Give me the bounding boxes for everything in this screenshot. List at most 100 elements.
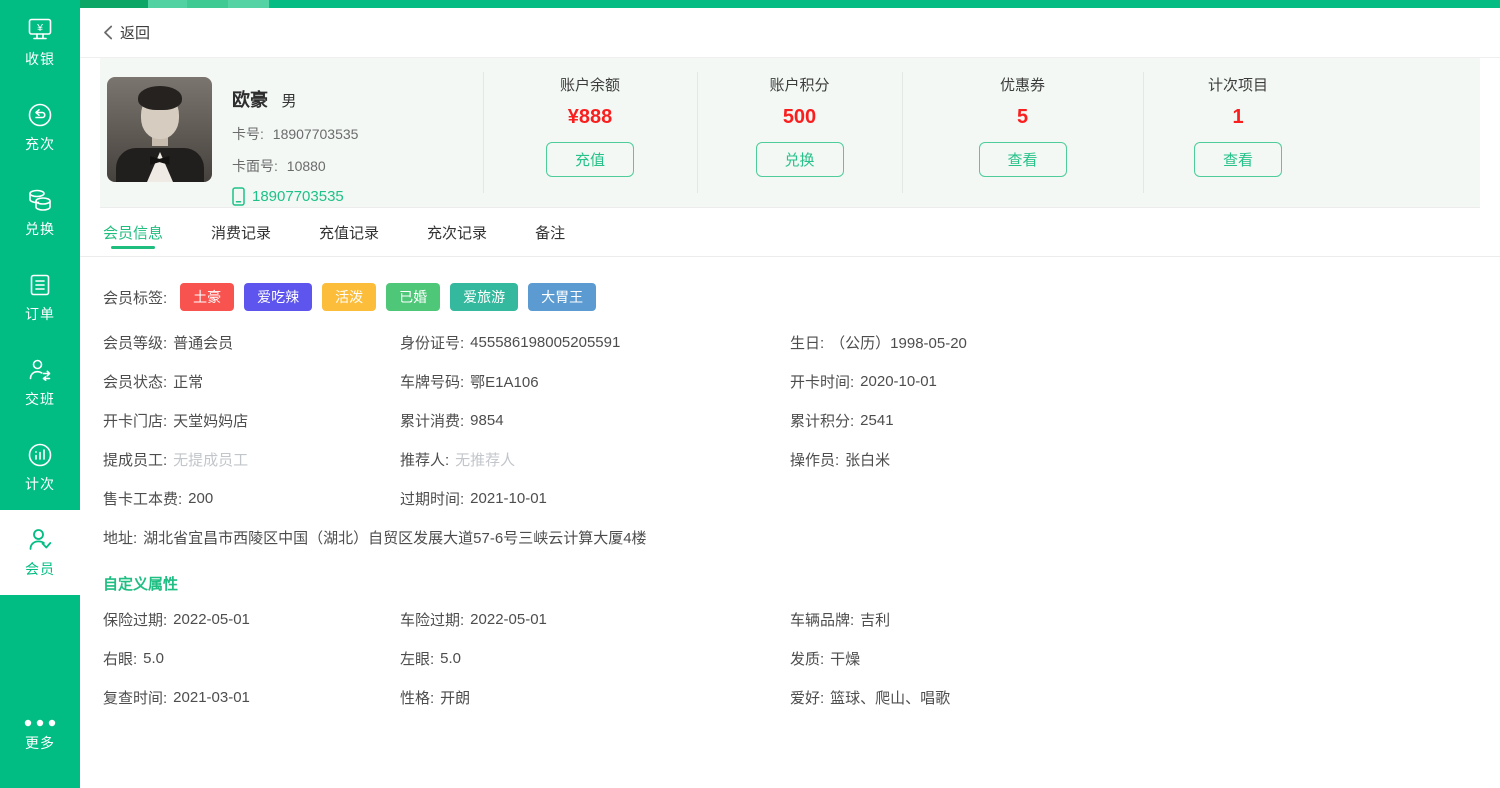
cash-register-icon: ¥ <box>26 16 54 44</box>
sidebar-item-label: 兑换 <box>25 219 55 239</box>
custom-fields-grid: 保险过期:2022-05-01 车险过期:2022-05-01 车辆品牌:吉利 … <box>103 600 1477 717</box>
stat-points: 账户积分 500 兑换 <box>697 58 902 207</box>
field-left-eye: 左眼:5.0 <box>400 639 790 678</box>
member-fields-grid: 会员等级:普通会员 身份证号:455586198005205591 生日:（公历… <box>103 323 1477 557</box>
sidebar-item-orders[interactable]: 订单 <box>0 255 80 340</box>
field-hair-quality: 发质:干燥 <box>790 639 1477 678</box>
card-number: 18907703535 <box>273 126 359 142</box>
field-card-fee: 售卡工本费:200 <box>103 479 400 518</box>
field-birthday: 生日:（公历）1998-05-20 <box>790 323 1477 362</box>
sidebar-item-exchange[interactable]: 兑换 <box>0 170 80 255</box>
field-total-consume: 累计消费:9854 <box>400 401 790 440</box>
top-tab-strip <box>80 0 1500 8</box>
strip-segment <box>269 0 1500 8</box>
field-insurance-expire: 保险过期:2022-05-01 <box>103 600 400 639</box>
grid-spacer <box>790 479 1477 518</box>
member-tag: 活泼 <box>322 283 376 311</box>
field-hobbies: 爱好:篮球、爬山、唱歌 <box>790 678 1477 717</box>
main-area: 返回 欧豪 男 卡号: 18907703535 <box>80 0 1500 788</box>
custom-attributes-title: 自定义属性 <box>103 573 1477 594</box>
sidebar-item-label: 订单 <box>25 304 55 324</box>
recharge-button[interactable]: 充值 <box>546 142 634 177</box>
detail-tabs: 会员信息 消费记录 充值记录 充次记录 备注 <box>80 208 1500 257</box>
phone-icon <box>232 187 245 206</box>
card-face-number: 10880 <box>287 158 326 174</box>
sidebar-item-label: 交班 <box>25 389 55 409</box>
count-items-value: 1 <box>1232 106 1243 129</box>
field-expire-time: 过期时间:2021-10-01 <box>400 479 790 518</box>
strip-segment <box>148 0 187 8</box>
svg-text:¥: ¥ <box>36 22 43 34</box>
member-tag: 已婚 <box>386 283 440 311</box>
field-car-insurance-expire: 车险过期:2022-05-01 <box>400 600 790 639</box>
tab-consume-records[interactable]: 消费记录 <box>211 208 271 256</box>
member-name: 欧豪 <box>232 86 268 112</box>
exchange-icon <box>26 186 54 214</box>
avatar <box>107 77 212 182</box>
member-tag: 土豪 <box>180 283 234 311</box>
profile-info: 欧豪 男 卡号: 18907703535 卡面号: 10880 <box>212 77 358 207</box>
field-referrer: 推荐人:无推荐人 <box>400 440 790 479</box>
field-operator: 操作员:张白米 <box>790 440 1477 479</box>
sidebar-item-label: 充次 <box>25 134 55 154</box>
tab-notes[interactable]: 备注 <box>535 208 565 256</box>
profile-block: 欧豪 男 卡号: 18907703535 卡面号: 10880 <box>100 58 483 207</box>
field-personality: 性格:开朗 <box>400 678 790 717</box>
back-label: 返回 <box>120 22 150 43</box>
card-number-line: 卡号: 18907703535 <box>232 124 358 144</box>
member-gender: 男 <box>281 93 296 110</box>
coupons-value: 5 <box>1017 106 1028 129</box>
strip-segment <box>80 0 148 8</box>
sidebar-item-more[interactable]: 更多 <box>0 700 80 770</box>
member-tags-row: 会员标签: 土豪 爱吃辣 活泼 已婚 爱旅游 大胃王 <box>103 283 1477 311</box>
sidebar-item-label: 更多 <box>25 733 55 753</box>
sidebar-item-label: 会员 <box>25 559 55 579</box>
tags-label: 会员标签: <box>103 287 167 308</box>
member-tag: 爱吃辣 <box>244 283 312 311</box>
app-window: ¥ 收银 充次 <box>0 0 1500 788</box>
field-review-time: 复查时间:2021-03-01 <box>103 678 400 717</box>
sidebar-item-count[interactable]: 计次 <box>0 425 80 510</box>
stat-count-items: 计次项目 1 查看 <box>1143 58 1333 207</box>
field-address: 地址:湖北省宜昌市西陵区中国（湖北）自贸区发展大道57-6号三峡云计算大厦4楼 <box>103 518 1477 557</box>
field-plate-number: 车牌号码:鄂E1A106 <box>400 362 790 401</box>
member-icon <box>26 526 54 554</box>
member-info-panel: 会员标签: 土豪 爱吃辣 活泼 已婚 爱旅游 大胃王 会员等级:普通会员 身份证… <box>80 257 1500 717</box>
view-count-items-button[interactable]: 查看 <box>1194 142 1282 177</box>
field-member-status: 会员状态:正常 <box>103 362 400 401</box>
card-face-line: 卡面号: 10880 <box>232 156 358 176</box>
phone-line: 18907703535 <box>232 187 358 206</box>
points-value: 500 <box>783 106 816 129</box>
tab-member-info[interactable]: 会员信息 <box>103 208 163 256</box>
page-header: 返回 <box>80 8 1500 58</box>
sidebar-item-label: 计次 <box>25 474 55 494</box>
sidebar-item-recharge-times[interactable]: 充次 <box>0 85 80 170</box>
back-button[interactable]: 返回 <box>103 22 150 43</box>
sidebar-item-member[interactable]: 会员 <box>0 510 80 595</box>
exchange-points-button[interactable]: 兑换 <box>756 142 844 177</box>
view-coupons-button[interactable]: 查看 <box>979 142 1067 177</box>
member-tag: 爱旅游 <box>450 283 518 311</box>
recharge-times-icon <box>26 101 54 129</box>
sidebar-item-label: 收银 <box>25 49 55 69</box>
field-open-card-time: 开卡时间:2020-10-01 <box>790 362 1477 401</box>
stat-coupons: 优惠券 5 查看 <box>902 58 1143 207</box>
sidebar-item-shift[interactable]: 交班 <box>0 340 80 425</box>
balance-value: ¥888 <box>568 106 613 129</box>
tab-recharge-times-records[interactable]: 充次记录 <box>427 208 487 256</box>
field-total-points: 累计积分:2541 <box>790 401 1477 440</box>
field-commission-staff: 提成员工:无提成员工 <box>103 440 400 479</box>
tab-recharge-records[interactable]: 充值记录 <box>319 208 379 256</box>
orders-icon <box>26 271 54 299</box>
field-right-eye: 右眼:5.0 <box>103 639 400 678</box>
strip-segment <box>228 0 269 8</box>
count-icon <box>26 441 54 469</box>
member-tag: 大胃王 <box>528 283 596 311</box>
field-open-card-store: 开卡门店:天堂妈妈店 <box>103 401 400 440</box>
field-car-brand: 车辆品牌:吉利 <box>790 600 1477 639</box>
chevron-left-icon <box>103 25 113 40</box>
more-dots-icon <box>22 718 58 728</box>
sidebar-item-cashier[interactable]: ¥ 收银 <box>0 0 80 85</box>
stat-balance: 账户余额 ¥888 充值 <box>483 58 697 207</box>
sidebar: ¥ 收银 充次 <box>0 0 80 788</box>
